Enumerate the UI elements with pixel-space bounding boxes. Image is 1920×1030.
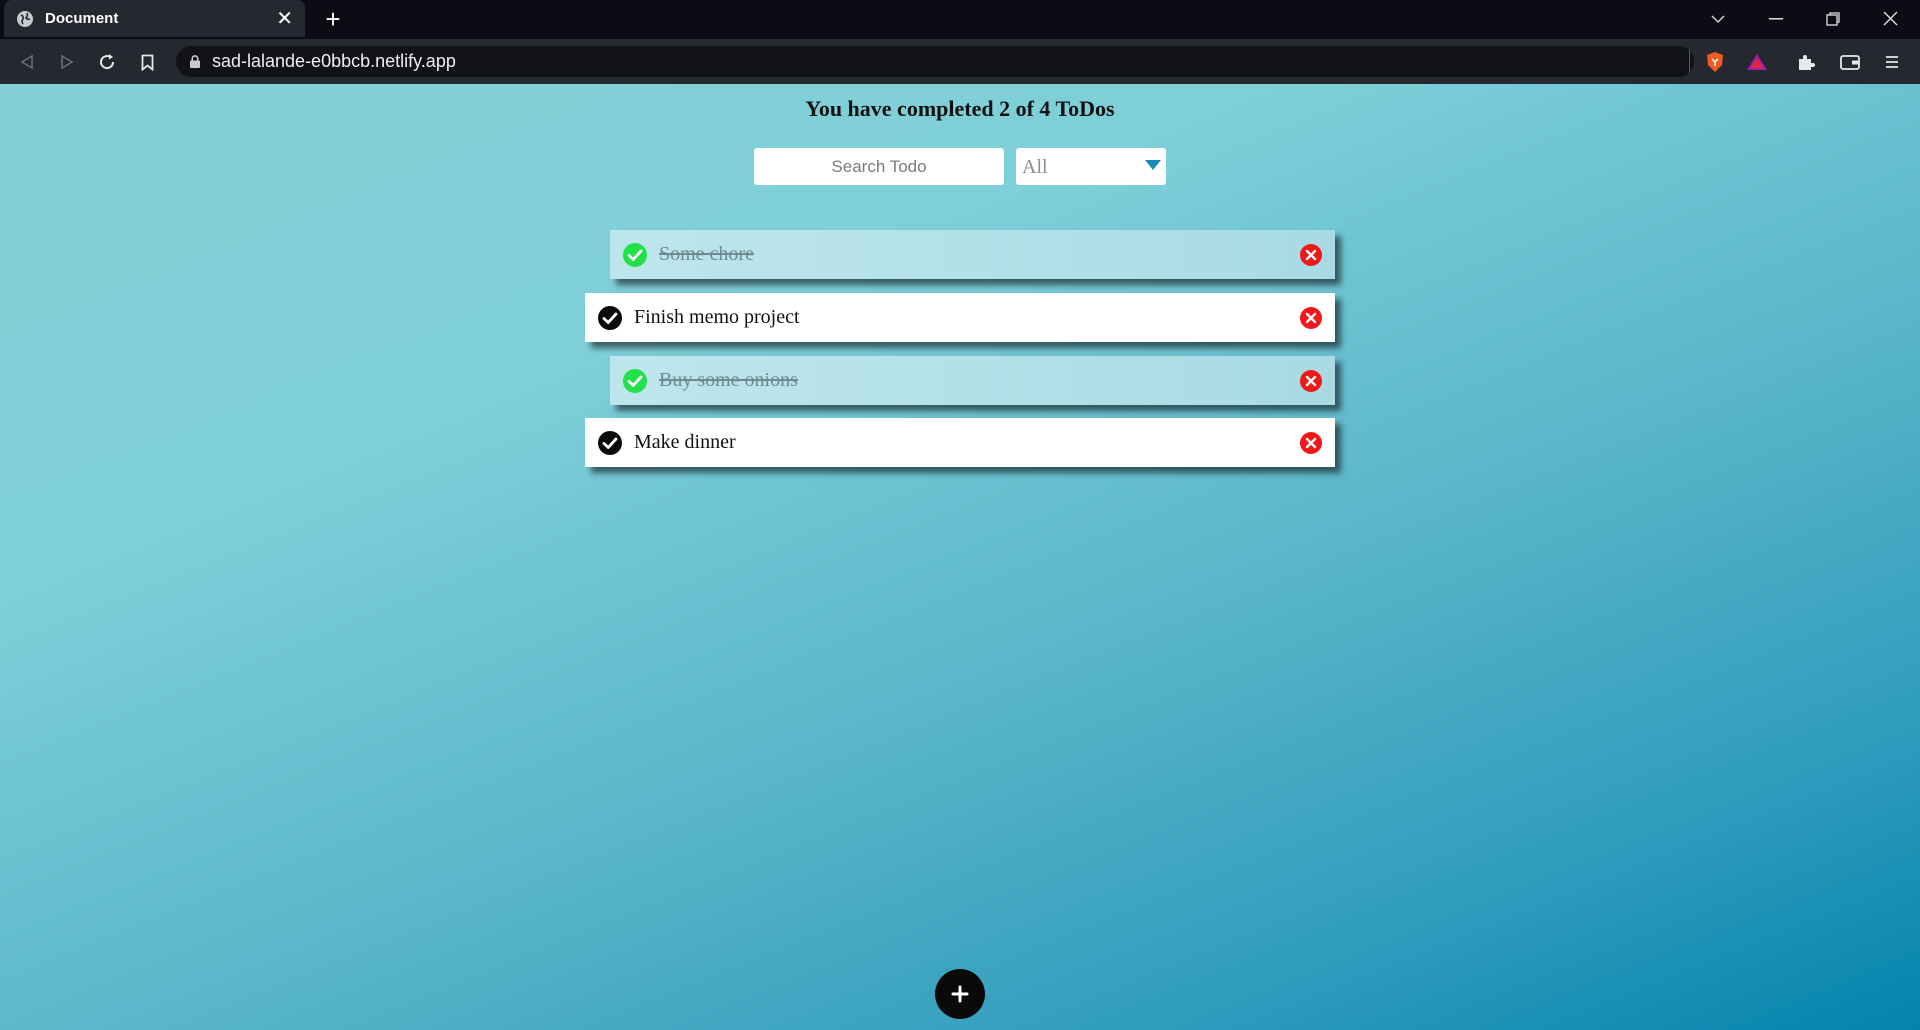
tab-title: Document: [45, 10, 119, 27]
url-divider: [1689, 50, 1690, 73]
restore-button[interactable]: [1805, 0, 1861, 37]
minimize-button[interactable]: [1748, 0, 1804, 37]
completion-summary-heading: You have completed 2 of 4 ToDos: [805, 96, 1115, 121]
search-todo-input[interactable]: [754, 148, 1004, 185]
browser-toolbar: sad-lalande-e0bbcb.netlify.app: [0, 39, 1920, 84]
todo-item: Finish memo project: [585, 293, 1335, 342]
delete-circle-icon[interactable]: [1299, 243, 1323, 267]
todo-item: Make dinner: [585, 418, 1335, 467]
reload-icon[interactable]: [93, 48, 121, 76]
check-circle-icon[interactable]: [622, 242, 648, 268]
browser-tab[interactable]: Document ✕: [4, 0, 305, 37]
back-icon[interactable]: [13, 48, 41, 76]
brave-rewards-icon[interactable]: [1743, 48, 1771, 76]
close-window-button[interactable]: [1862, 0, 1918, 37]
plus-icon: [951, 985, 969, 1003]
todo-text: Buy some onions: [659, 369, 798, 391]
add-todo-button[interactable]: [935, 969, 985, 1019]
delete-circle-icon[interactable]: [1299, 369, 1323, 393]
delete-circle-icon[interactable]: [1299, 431, 1323, 455]
tab-close-icon[interactable]: ✕: [276, 9, 293, 29]
extensions-icon[interactable]: [1792, 48, 1820, 76]
address-bar[interactable]: sad-lalande-e0bbcb.netlify.app: [176, 46, 1694, 77]
delete-circle-icon[interactable]: [1299, 306, 1323, 330]
todo-text: Make dinner: [634, 431, 736, 453]
check-circle-icon[interactable]: [622, 368, 648, 394]
filter-select[interactable]: All: [1016, 148, 1166, 185]
browser-tab-strip: Document ✕ +: [0, 0, 1920, 39]
todo-text: Finish memo project: [634, 306, 800, 328]
wallet-icon[interactable]: [1836, 48, 1864, 76]
brave-shield-icon[interactable]: [1701, 48, 1729, 76]
bookmark-icon[interactable]: [133, 48, 161, 76]
new-tab-button[interactable]: +: [318, 5, 348, 33]
todo-item: Buy some onions: [610, 356, 1335, 405]
globe-icon: [17, 10, 33, 27]
todo-app-page: You have completed 2 of 4 ToDos All Some…: [0, 84, 1920, 1030]
menu-icon[interactable]: [1878, 48, 1906, 76]
tab-search-chevron-down-icon[interactable]: [1690, 0, 1746, 37]
url-text: sad-lalande-e0bbcb.netlify.app: [212, 51, 456, 71]
forward-icon[interactable]: [53, 48, 81, 76]
todo-text: Some chore: [659, 243, 754, 265]
check-circle-icon[interactable]: [597, 305, 623, 331]
caret-down-icon: [1145, 160, 1161, 170]
todo-item: Some chore: [610, 230, 1335, 279]
check-circle-icon[interactable]: [597, 430, 623, 456]
filter-selected-value: All: [1022, 156, 1048, 178]
lock-icon: [190, 55, 200, 68]
